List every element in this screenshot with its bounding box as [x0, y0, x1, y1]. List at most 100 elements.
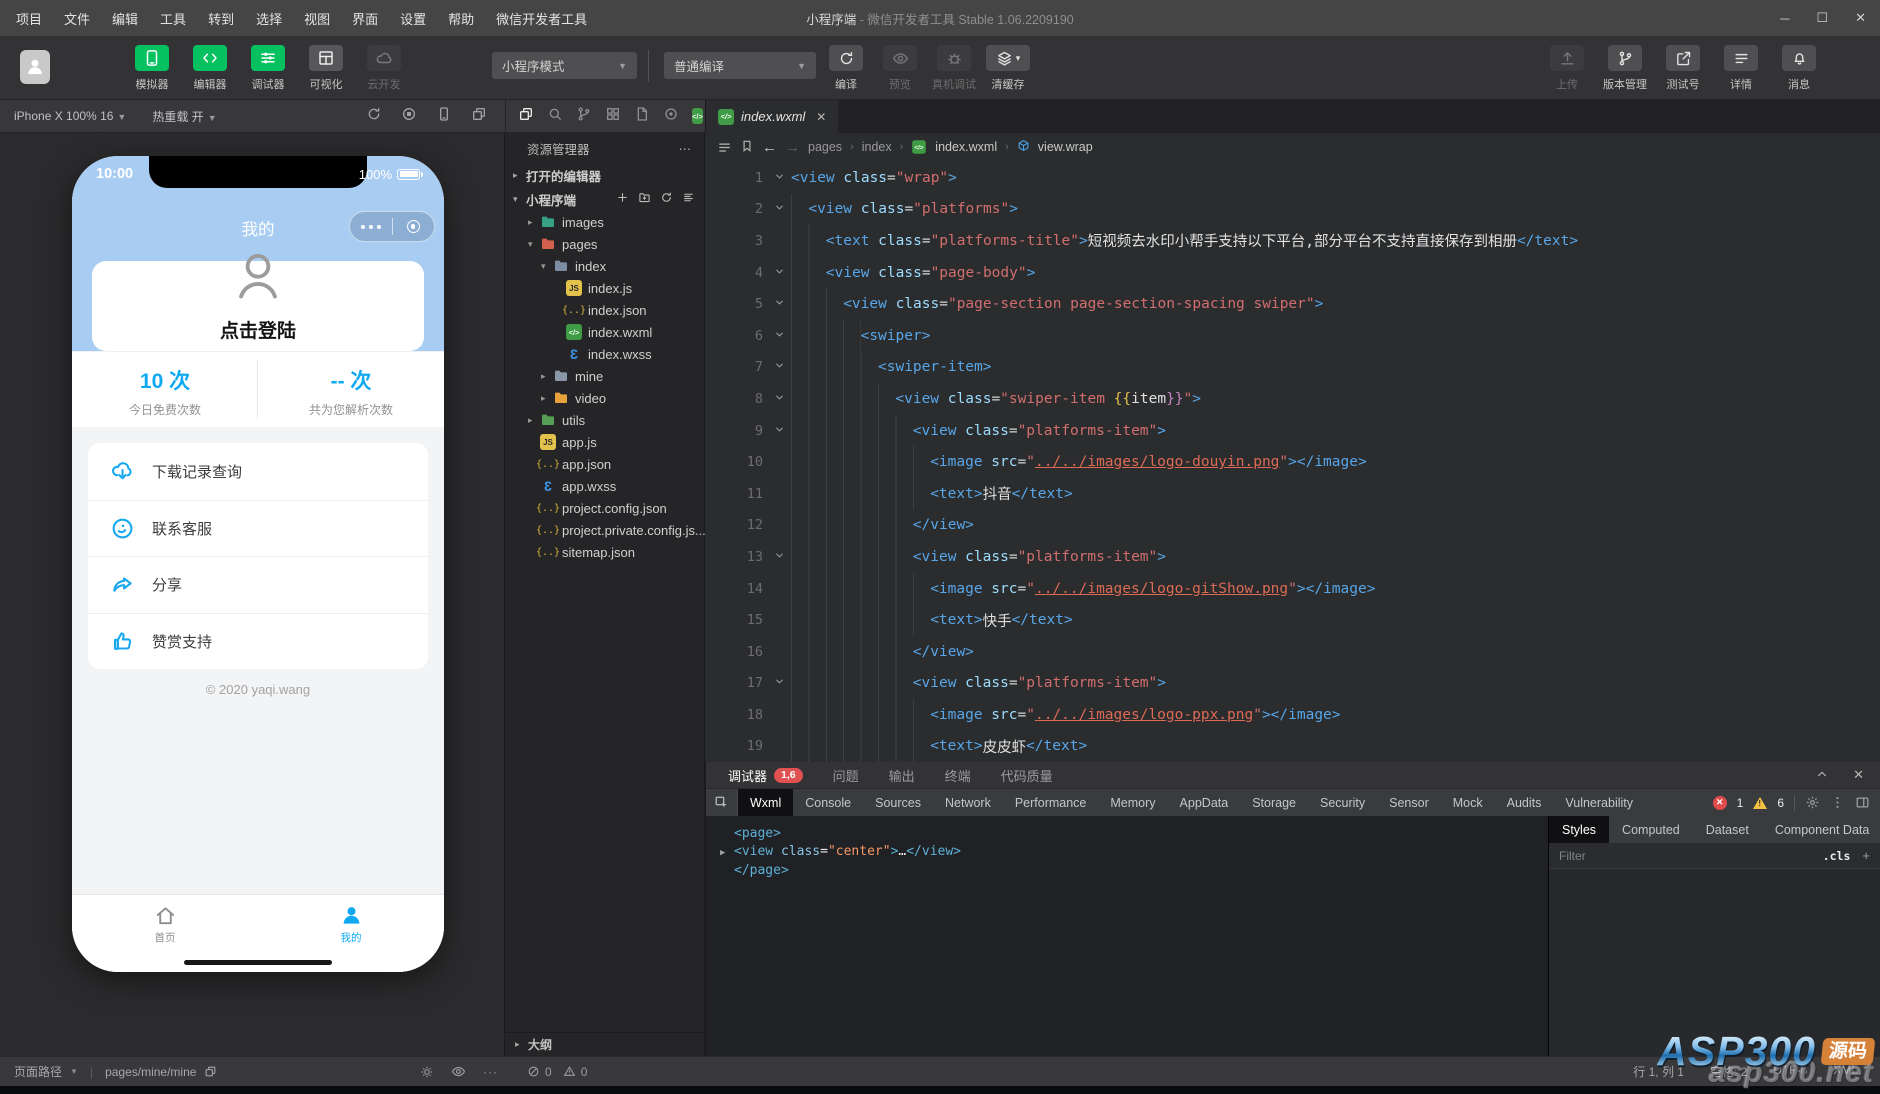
strip-filepage-button[interactable]: [634, 106, 650, 127]
menu-item-share[interactable]: 分享: [88, 556, 428, 613]
breadcrumb-item[interactable]: view.wrap: [1038, 140, 1093, 154]
user-avatar[interactable]: [20, 50, 50, 84]
login-card[interactable]: 点击登陆: [92, 254, 424, 351]
messages-button[interactable]: 消息: [1774, 45, 1824, 92]
tree-item-app.json[interactable]: {..} app.json: [505, 453, 704, 475]
menu-item-clouddown[interactable]: 下载记录查询: [88, 443, 428, 500]
tree-item-sitemap.json[interactable]: {..} sitemap.json: [505, 541, 704, 563]
menu-item-headset[interactable]: 联系客服: [88, 499, 428, 557]
strip-search-button[interactable]: [547, 106, 563, 127]
fold-chevron-icon[interactable]: [767, 549, 791, 565]
tab-index-wxml[interactable]: </> index.wxml ✕: [706, 100, 839, 133]
sim-device-button[interactable]: [436, 106, 452, 127]
menu-item[interactable]: 视图: [304, 9, 330, 28]
outline-section[interactable]: ▸ 大纲: [505, 1032, 704, 1056]
fold-chevron-icon[interactable]: [767, 675, 791, 691]
page-path-value[interactable]: pages/mine/mine: [105, 1065, 196, 1079]
login-button[interactable]: 点击登陆: [92, 316, 424, 343]
section-open-editors[interactable]: ▸ 打开的编辑器: [505, 163, 704, 187]
hot-reload-toggle[interactable]: 热重载 开 ▼: [152, 108, 216, 125]
test-account-button[interactable]: 测试号: [1658, 45, 1708, 92]
strip-branch-button[interactable]: [576, 106, 592, 127]
phone-simulator[interactable]: 10:00 100% 我的 点击登陆 10 次今日免费次数 -- 次共为您解析次数…: [72, 156, 444, 972]
minimize-capsule-icon[interactable]: [393, 220, 435, 233]
menu-item[interactable]: 选择: [256, 9, 282, 28]
status-item[interactable]: 行 1, 列 1: [1633, 1063, 1684, 1080]
visualize-button[interactable]: 可视化: [302, 45, 350, 92]
styles-tab-dataset[interactable]: Dataset: [1693, 816, 1762, 843]
menu-item[interactable]: 帮助: [448, 9, 474, 28]
menu-item[interactable]: 项目: [16, 9, 42, 28]
upload-button[interactable]: 上传: [1542, 45, 1592, 92]
more-icon[interactable]: ···: [483, 1065, 498, 1079]
tree-item-index.wxml[interactable]: </> index.wxml: [505, 321, 704, 343]
fold-chevron-icon[interactable]: [767, 423, 791, 439]
details-button[interactable]: 详情: [1716, 45, 1766, 92]
sim-rotate-button[interactable]: [366, 106, 382, 127]
menu-item[interactable]: 微信开发者工具: [496, 9, 587, 28]
tree-item-utils[interactable]: ▸ utils: [505, 409, 704, 431]
close-tab-icon[interactable]: ✕: [816, 110, 826, 124]
tree-item-project.config.json[interactable]: {..} project.config.json: [505, 497, 704, 519]
simulator-button[interactable]: 模拟器: [128, 45, 176, 92]
editor-button[interactable]: 编辑器: [186, 45, 234, 92]
sim-record-button[interactable]: [401, 106, 417, 127]
tree-item-project.private.config.js...[interactable]: {..} project.private.config.js...: [505, 519, 706, 541]
devtools-tab-wxml[interactable]: Wxml: [738, 789, 794, 816]
devtools-tab-performance[interactable]: Performance: [1003, 789, 1099, 816]
menu-item[interactable]: 界面: [352, 9, 378, 28]
plus-button[interactable]: [616, 191, 629, 207]
preview-button[interactable]: 预览: [878, 45, 922, 92]
eye-icon[interactable]: [451, 1064, 466, 1079]
wxml-inspector[interactable]: <page> ▶ <view class="center">…</view> </pa…: [706, 816, 1548, 1056]
devtools-tab-sensor[interactable]: Sensor: [1377, 789, 1441, 816]
devtools-tab-vulnerability[interactable]: Vulnerability: [1553, 789, 1645, 816]
device-debug-button[interactable]: 真机调试: [932, 45, 976, 92]
tree-item-pages[interactable]: ▾ pages: [505, 233, 704, 255]
devtools-tab-memory[interactable]: Memory: [1098, 789, 1167, 816]
maximize-button[interactable]: ☐: [1816, 10, 1828, 26]
devtools-tab-audits[interactable]: Audits: [1495, 789, 1554, 816]
fold-chevron-icon[interactable]: [767, 296, 791, 312]
strip-extensions-button[interactable]: [605, 106, 621, 127]
status-item[interactable]: 空格: 2: [1710, 1063, 1747, 1080]
cls-toggle[interactable]: .cls: [1823, 849, 1851, 863]
fold-chevron-icon[interactable]: [767, 328, 791, 344]
panel-tab-debugger[interactable]: 调试器 1,6: [728, 766, 803, 785]
devtools-tab-storage[interactable]: Storage: [1240, 789, 1308, 816]
devtools-tab-security[interactable]: Security: [1308, 789, 1377, 816]
panel-tab-other[interactable]: 问题: [833, 766, 859, 785]
menu-item[interactable]: 文件: [64, 9, 90, 28]
menu-item[interactable]: 转到: [208, 9, 234, 28]
compile-button[interactable]: 编译: [824, 45, 868, 92]
tree-item-index.wxss[interactable]: 3 index.wxss: [505, 343, 704, 365]
close-panel-icon[interactable]: ✕: [1853, 767, 1864, 783]
back-arrow-icon[interactable]: ←: [762, 139, 777, 156]
capsule-menu[interactable]: [349, 211, 435, 242]
expand-arrow-icon[interactable]: ▶: [720, 844, 734, 862]
close-button[interactable]: ✕: [1855, 10, 1866, 26]
tree-item-app.js[interactable]: JS app.js: [505, 431, 704, 453]
tree-item-index.json[interactable]: {..} index.json: [505, 299, 704, 321]
tree-item-mine[interactable]: ▸ mine: [505, 365, 704, 387]
fold-chevron-icon[interactable]: [767, 265, 791, 281]
problems-summary[interactable]: 0 0: [527, 1065, 587, 1079]
minimize-button[interactable]: ─: [1780, 11, 1789, 26]
more-icon[interactable]: ⋯: [679, 141, 693, 156]
sim-overlap-button[interactable]: [471, 106, 487, 127]
tree-item-app.wxss[interactable]: 3 app.wxss: [505, 475, 704, 497]
devtools-tab-network[interactable]: Network: [933, 789, 1003, 816]
panel-tab-other[interactable]: 代码质量: [1001, 766, 1053, 785]
cloud-dev-button[interactable]: 云开发: [360, 45, 408, 92]
compile-mode-select[interactable]: 普通编译 ▼: [664, 52, 816, 79]
add-style-icon[interactable]: +: [1862, 848, 1870, 863]
filter-input[interactable]: Filter: [1559, 849, 1586, 863]
panel-tab-other[interactable]: 终端: [945, 766, 971, 785]
styles-tab-styles[interactable]: Styles: [1549, 816, 1610, 843]
devtools-tab-console[interactable]: Console: [793, 789, 863, 816]
strip-paint-button[interactable]: [663, 106, 679, 127]
styles-tab-component-data[interactable]: Component Data: [1762, 816, 1880, 843]
fold-chevron-icon[interactable]: [767, 201, 791, 217]
copy-path-icon[interactable]: [204, 1065, 217, 1078]
collapse-button[interactable]: [682, 191, 695, 207]
